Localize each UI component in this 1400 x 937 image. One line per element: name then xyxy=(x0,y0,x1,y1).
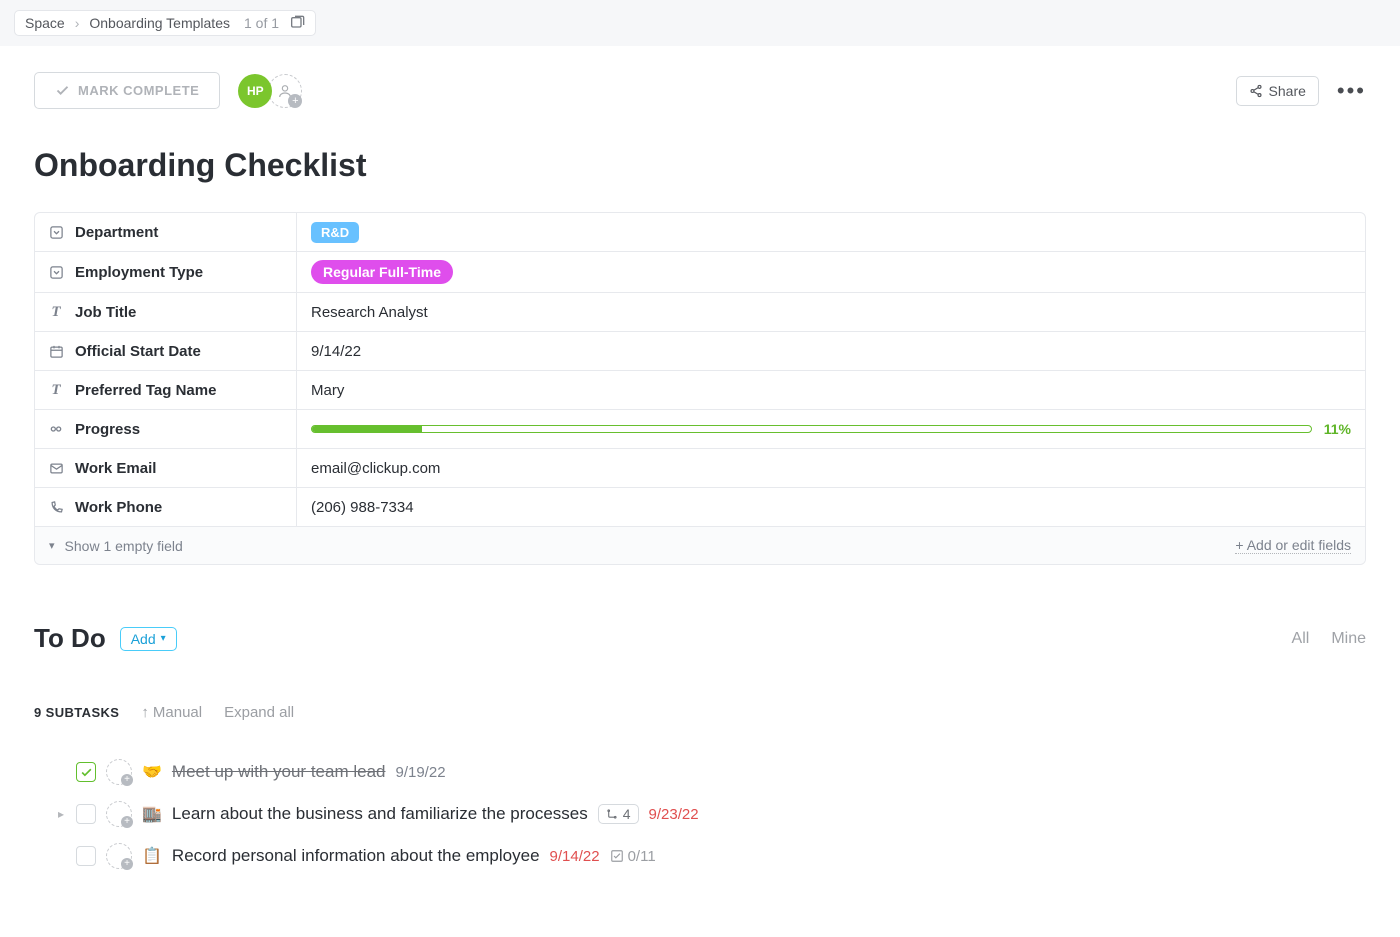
arrow-up-icon: ↑ xyxy=(141,704,149,721)
checklist-count[interactable]: 0/11 xyxy=(610,848,656,865)
subtask-row[interactable]: 📋 Record personal information about the e… xyxy=(34,835,1366,877)
progress-percent: 11% xyxy=(1324,421,1351,437)
progress-icon xyxy=(47,420,65,438)
breadcrumb-root[interactable]: Space xyxy=(25,15,65,31)
field-label: Work Phone xyxy=(75,499,162,516)
show-empty-fields[interactable]: Show 1 empty field xyxy=(65,538,183,554)
task-name[interactable]: Record personal information about the em… xyxy=(172,846,540,866)
subtask-row[interactable]: 🤝 Meet up with your team lead 9/19/22 xyxy=(34,751,1366,793)
field-label: Job Title xyxy=(75,304,136,321)
text-icon: T xyxy=(47,381,65,399)
field-label: Department xyxy=(75,224,158,241)
task-name[interactable]: Meet up with your team lead xyxy=(172,762,386,782)
task-emoji: 📋 xyxy=(142,846,162,866)
field-label: Work Email xyxy=(75,460,156,477)
assign-button[interactable] xyxy=(106,843,132,869)
field-tag-name[interactable]: T Preferred Tag Name Mary xyxy=(35,370,1365,409)
field-label: Employment Type xyxy=(75,264,203,281)
subtask-row[interactable]: ▸ 🏬 Learn about the business and familiari… xyxy=(34,793,1366,835)
add-task-button[interactable]: Add ▾ xyxy=(120,627,177,651)
caret-down-icon[interactable]: ▾ xyxy=(49,539,55,552)
expand-toggle[interactable]: ▸ xyxy=(56,807,66,821)
add-edit-fields[interactable]: + Add or edit fields xyxy=(1235,537,1351,554)
add-assignee-button[interactable] xyxy=(268,74,302,108)
breadcrumb-current[interactable]: Onboarding Templates xyxy=(89,15,230,31)
field-job-title[interactable]: T Job Title Research Analyst xyxy=(35,292,1365,331)
filter-mine[interactable]: Mine xyxy=(1331,630,1366,648)
avatar[interactable]: HP xyxy=(238,74,272,108)
status-checkbox[interactable] xyxy=(76,762,96,782)
field-value: Research Analyst xyxy=(311,304,428,321)
chevron-right-icon: › xyxy=(75,15,80,31)
share-icon xyxy=(1249,84,1263,98)
due-date[interactable]: 9/14/22 xyxy=(550,848,600,865)
share-label: Share xyxy=(1269,83,1306,99)
view-filters: All Mine xyxy=(1292,630,1366,648)
todo-section-header: To Do Add ▾ All Mine xyxy=(34,623,1366,654)
assignees: HP xyxy=(238,74,302,108)
todo-heading: To Do xyxy=(34,623,106,654)
dropdown-icon xyxy=(47,263,65,281)
sort-button[interactable]: ↑ Manual xyxy=(141,704,202,721)
employment-type-tag[interactable]: Regular Full-Time xyxy=(311,260,453,284)
caret-down-icon: ▾ xyxy=(161,633,166,644)
avatar-initials: HP xyxy=(247,84,264,98)
field-label: Progress xyxy=(75,421,140,438)
subtask-count: 9 SUBTASKS xyxy=(34,705,119,720)
breadcrumb[interactable]: Space › Onboarding Templates 1 of 1 xyxy=(14,10,316,36)
subtask-toolbar: 9 SUBTASKS ↑ Manual Expand all xyxy=(34,704,1366,721)
field-work-email[interactable]: Work Email email@clickup.com xyxy=(35,448,1365,487)
share-button[interactable]: Share xyxy=(1236,76,1319,106)
sort-label: Manual xyxy=(153,704,202,721)
department-tag[interactable]: R&D xyxy=(311,222,359,243)
phone-icon xyxy=(47,498,65,516)
field-department[interactable]: Department R&D xyxy=(35,213,1365,251)
breadcrumb-count: 1 of 1 xyxy=(244,15,279,31)
subtask-list: 🤝 Meet up with your team lead 9/19/22 ▸ 🏬 Lea… xyxy=(34,751,1366,877)
calendar-icon xyxy=(47,342,65,360)
field-value: 9/14/22 xyxy=(311,343,361,360)
custom-fields-table: Department R&D Employment Type Regular F… xyxy=(34,212,1366,565)
due-date[interactable]: 9/23/22 xyxy=(649,806,699,823)
mark-complete-label: MARK COMPLETE xyxy=(78,83,199,98)
task-emoji: 🏬 xyxy=(142,804,162,824)
status-checkbox[interactable] xyxy=(76,804,96,824)
field-label: Official Start Date xyxy=(75,343,201,360)
task-emoji: 🤝 xyxy=(142,762,162,782)
field-label: Preferred Tag Name xyxy=(75,382,216,399)
field-progress[interactable]: Progress 11% xyxy=(35,409,1365,448)
email-icon xyxy=(47,459,65,477)
page-title: Onboarding Checklist xyxy=(34,147,1366,184)
due-date[interactable]: 9/19/22 xyxy=(395,764,445,781)
field-employment-type[interactable]: Employment Type Regular Full-Time xyxy=(35,251,1365,292)
progress-bar xyxy=(311,425,1312,433)
filter-all[interactable]: All xyxy=(1292,630,1310,648)
check-icon xyxy=(55,83,70,98)
task-name[interactable]: Learn about the business and familiarize… xyxy=(172,804,588,824)
text-icon: T xyxy=(47,303,65,321)
field-value: (206) 988-7334 xyxy=(311,499,414,516)
breadcrumb-bar: Space › Onboarding Templates 1 of 1 xyxy=(0,0,1400,46)
field-value: Mary xyxy=(311,382,344,399)
field-value: email@clickup.com xyxy=(311,460,440,477)
assign-button[interactable] xyxy=(106,759,132,785)
status-checkbox[interactable] xyxy=(76,846,96,866)
topbar: MARK COMPLETE HP Share ••• xyxy=(34,72,1366,109)
field-work-phone[interactable]: Work Phone (206) 988-7334 xyxy=(35,487,1365,526)
fields-footer: ▾ Show 1 empty field + Add or edit field… xyxy=(35,526,1365,564)
dropdown-icon xyxy=(47,223,65,241)
field-start-date[interactable]: Official Start Date 9/14/22 xyxy=(35,331,1365,370)
more-icon[interactable]: ••• xyxy=(1337,78,1366,104)
subtask-count-pill[interactable]: 4 xyxy=(598,804,639,824)
expand-all-button[interactable]: Expand all xyxy=(224,704,294,721)
new-tab-icon[interactable] xyxy=(289,15,305,31)
mark-complete-button[interactable]: MARK COMPLETE xyxy=(34,72,220,109)
add-label: Add xyxy=(131,631,156,647)
assign-button[interactable] xyxy=(106,801,132,827)
